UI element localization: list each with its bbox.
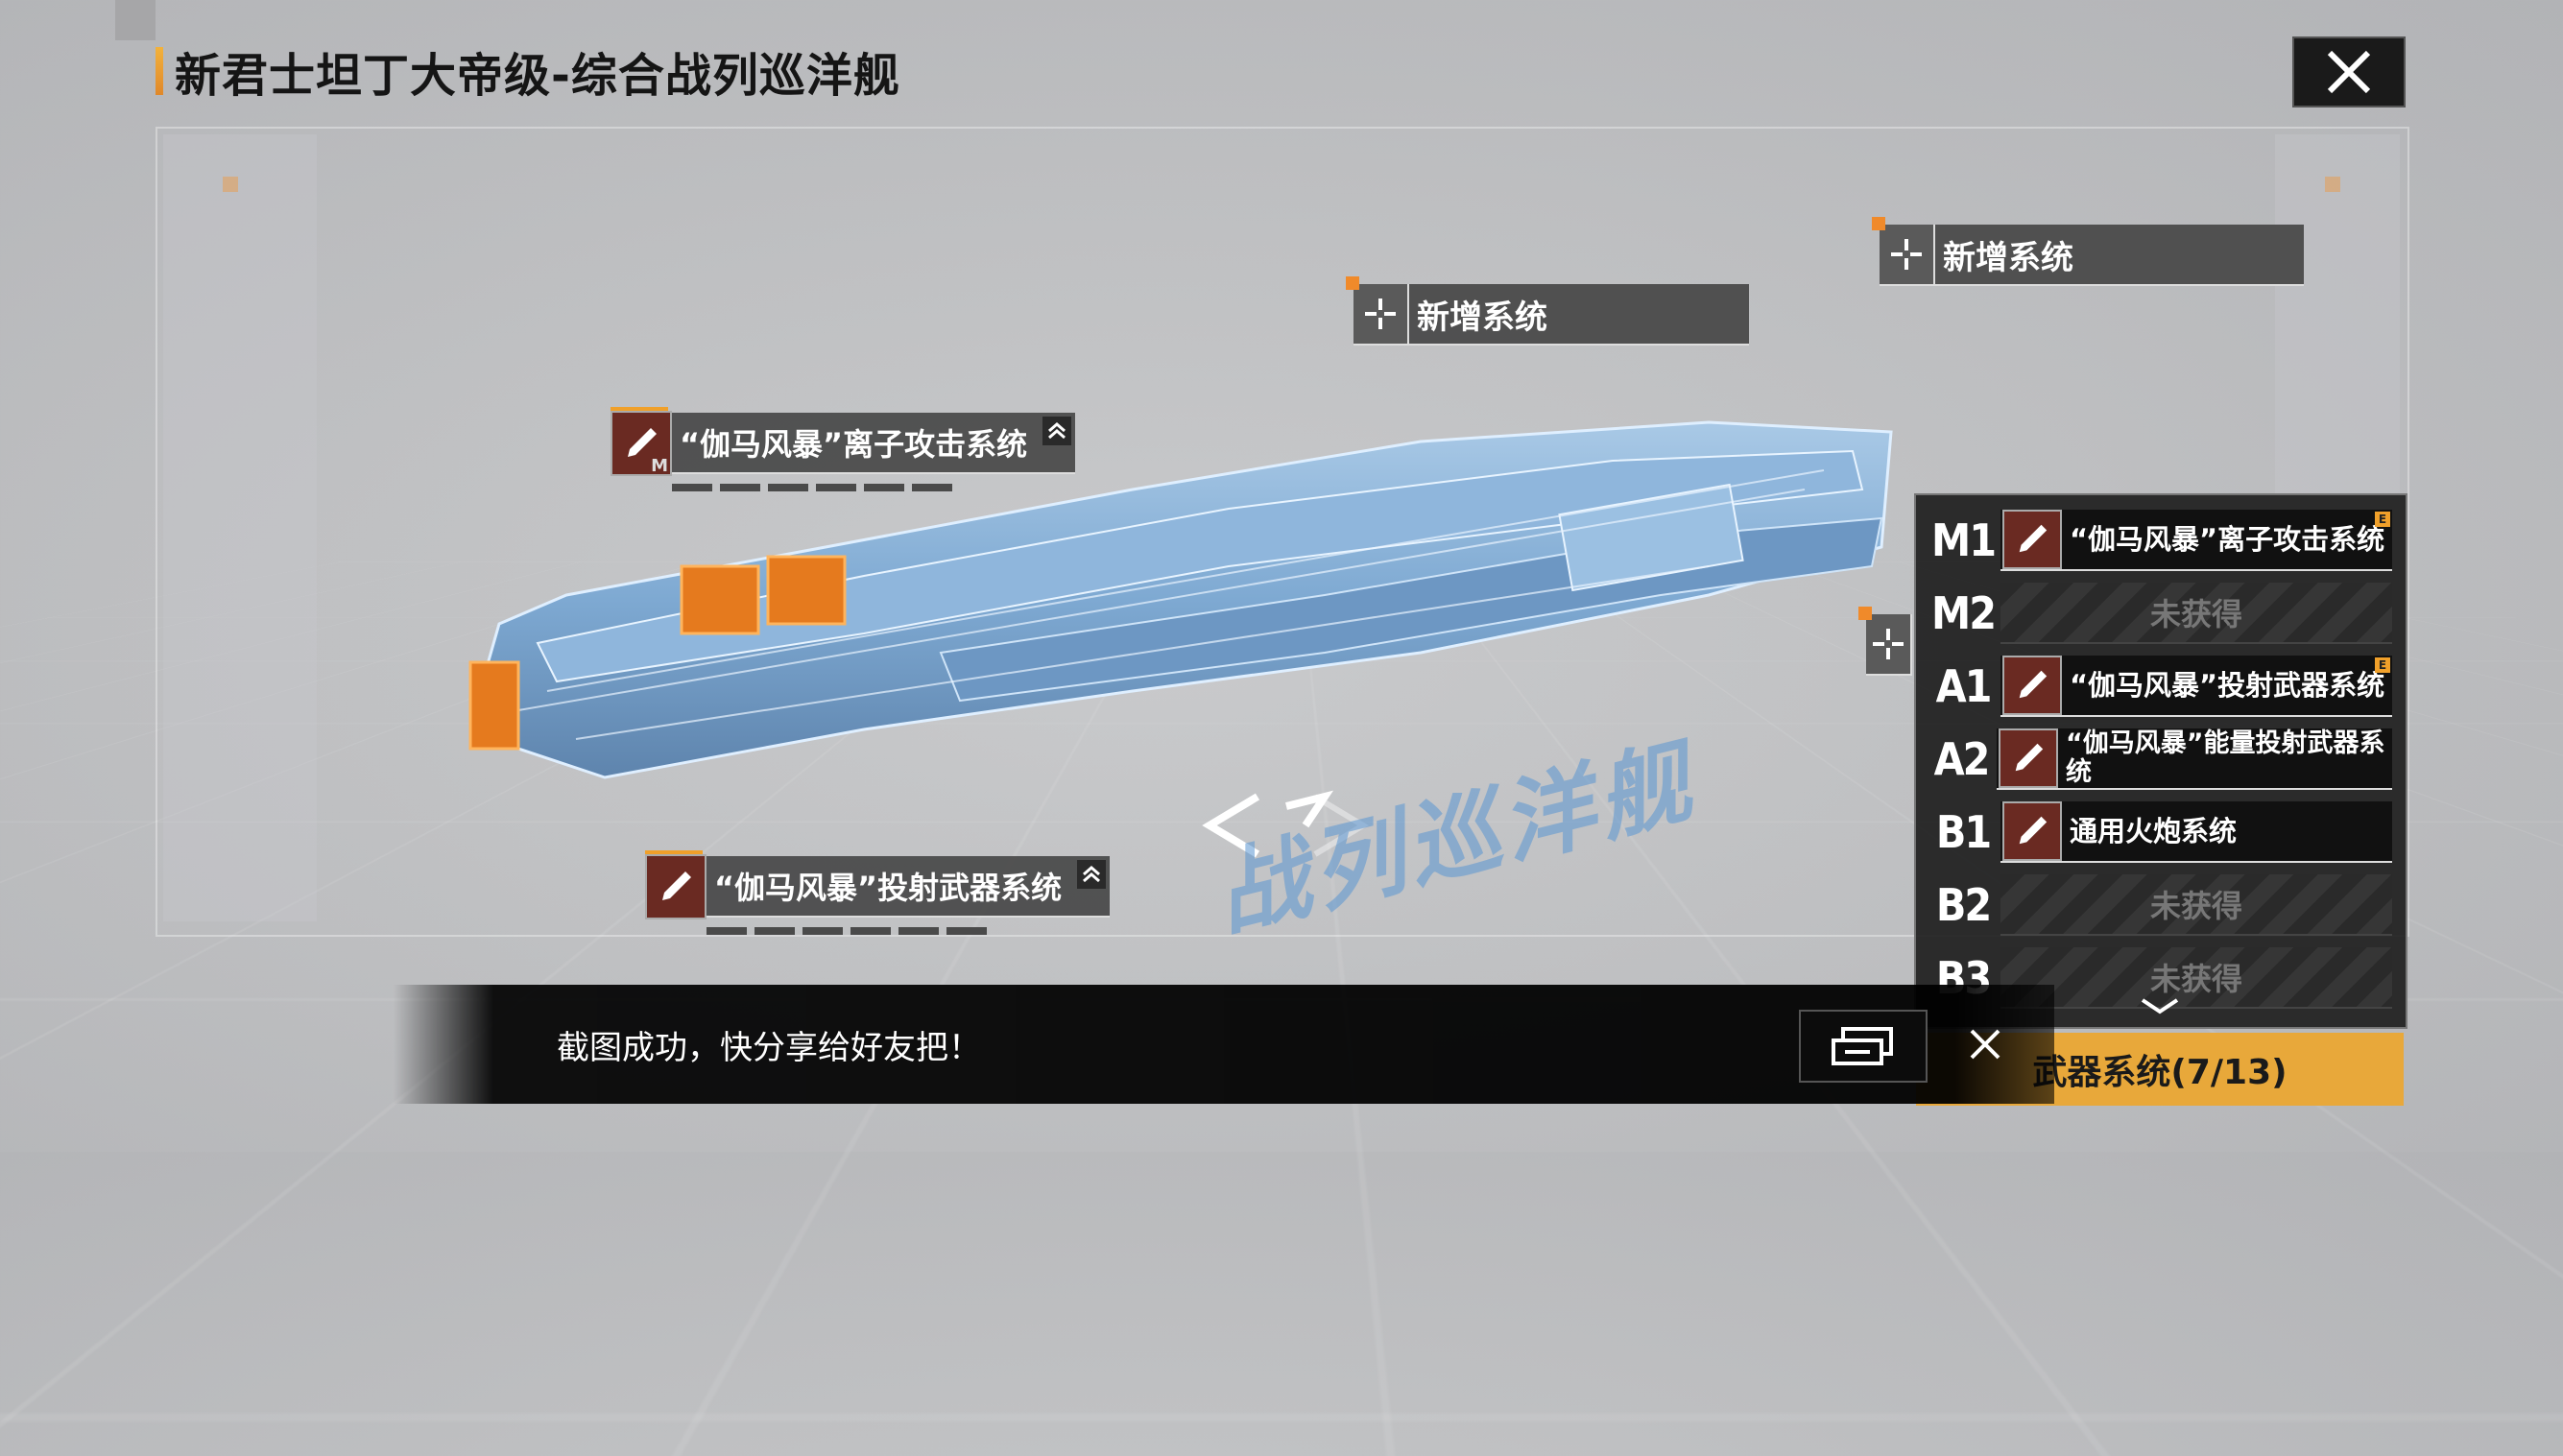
chevron-up-icon <box>1048 422 1066 440</box>
add-system-slot[interactable] <box>1858 607 1912 676</box>
slot-body: “伽马风暴”投射武器系统 E <box>2000 656 2392 717</box>
crosshair-icon <box>1353 284 1409 344</box>
weapon-tag-bar: “伽马风暴”投射武器系统 <box>707 856 1111 918</box>
close-icon <box>2327 50 2371 94</box>
slot-weapon-name: 通用火炮系统 <box>2070 815 2238 847</box>
slot-row-a1[interactable]: A1 “伽马风暴”投射武器系统 E <box>1926 653 2392 720</box>
weapon-slot-panel[interactable]: M1 “伽马风暴”离子攻击系统 E M2 未获得 A1 “伽马风暴”投射武器系统… <box>1914 493 2407 1029</box>
weapon-tag-projectile[interactable]: “伽马风暴”投射武器系统 <box>645 850 1111 935</box>
weapon-tag-main[interactable]: M “伽马风暴”离子攻击系统 <box>611 407 1076 491</box>
toast-close-button[interactable] <box>1958 1017 2012 1071</box>
slot-unobtained-label: 未获得 <box>2149 961 2242 997</box>
upgrade-progress <box>672 484 952 491</box>
title-accent <box>156 47 163 95</box>
slot-unobtained-label: 未获得 <box>2149 888 2242 924</box>
slot-body-empty: 未获得 <box>2000 583 2392 644</box>
crosshair-icon <box>1880 225 1935 284</box>
title-bar: 新君士坦丁大帝级-综合战列巡洋舰 <box>156 42 900 103</box>
share-icon <box>1832 1027 1893 1065</box>
weapon-tag-label: “伽马风暴”离子攻击系统 <box>680 426 1028 463</box>
chevron-down-icon[interactable] <box>2139 996 2181 1021</box>
slot-id: B2 <box>1935 879 1992 931</box>
toast-message: 截图成功，快分享给好友把！ <box>557 1029 981 1067</box>
slot-row-m1[interactable]: M1 “伽马风暴”离子攻击系统 E <box>1926 507 2392 574</box>
slot-id: A2 <box>1933 733 1991 785</box>
slot-body: “伽马风暴”离子攻击系统 E <box>2000 510 2392 571</box>
expand-up-button[interactable] <box>1042 417 1072 445</box>
missile-icon <box>2002 801 2062 861</box>
slot-body-empty: 未获得 <box>2000 947 2392 1009</box>
add-system-label: 新增系统 <box>1417 298 1547 337</box>
slot-weapon-name: “伽马风暴”离子攻击系统 <box>2070 523 2385 556</box>
slot-weapon-name: “伽马风暴”投射武器系统 <box>2070 669 2385 702</box>
missile-icon <box>2002 510 2062 569</box>
share-button[interactable] <box>1799 1010 1928 1083</box>
expand-up-button[interactable] <box>1077 860 1107 889</box>
slot-body: 通用火炮系统 <box>2000 801 2392 863</box>
slot-row-m2[interactable]: M2 未获得 <box>1926 580 2392 647</box>
slot-id: M1 <box>1931 514 1997 566</box>
equipped-badge: E <box>2375 657 2390 673</box>
frame-marker <box>223 177 238 192</box>
add-system-label: 新增系统 <box>1943 238 2073 277</box>
weapon-tag-label: “伽马风暴”投射武器系统 <box>714 870 1063 906</box>
slot-id: B1 <box>1935 806 1992 858</box>
slot-id: M2 <box>1931 587 1997 639</box>
missile-icon: M <box>611 411 672 476</box>
slot-weapon-name: “伽马风暴”能量投射武器系统 <box>2066 728 2385 787</box>
close-button[interactable] <box>2292 36 2406 107</box>
slot-row-b1[interactable]: B1 通用火炮系统 <box>1926 799 2392 866</box>
missile-icon <box>645 854 707 919</box>
slot-body: “伽马风暴”能量投射武器系统 <box>1997 728 2392 790</box>
add-system-slot[interactable]: 新增系统 <box>1346 276 1749 346</box>
slot-row-b2[interactable]: B2 未获得 <box>1926 871 2392 939</box>
page-title: 新君士坦丁大帝级-综合战列巡洋舰 <box>175 49 900 103</box>
weapon-tag-bar: “伽马风暴”离子攻击系统 <box>672 413 1076 474</box>
slot-marker <box>1872 217 1885 230</box>
missile-icon <box>1999 728 2058 788</box>
slot-badge: M <box>651 456 668 476</box>
corner-marker <box>115 0 156 40</box>
slot-row-a2[interactable]: A2 “伽马风暴”能量投射武器系统 <box>1926 726 2392 793</box>
slot-marker <box>1858 607 1872 620</box>
slot-marker <box>1346 276 1359 290</box>
slot-unobtained-label: 未获得 <box>2149 596 2242 633</box>
close-icon <box>1970 1029 2000 1060</box>
equipped-badge: E <box>2375 512 2390 527</box>
chevron-up-icon <box>1083 866 1101 883</box>
screenshot-toast: 截图成功，快分享给好友把！ <box>394 985 2054 1104</box>
upgrade-progress <box>707 927 987 935</box>
slot-id: A1 <box>1935 660 1993 712</box>
slot-body-empty: 未获得 <box>2000 874 2392 936</box>
weapon-system-label: 武器系统(7/13) <box>2032 1053 2288 1092</box>
missile-icon <box>2002 656 2062 715</box>
crosshair-icon <box>1866 614 1912 674</box>
add-system-slot[interactable]: 新增系统 <box>1872 217 2304 286</box>
frame-marker <box>2325 177 2340 192</box>
